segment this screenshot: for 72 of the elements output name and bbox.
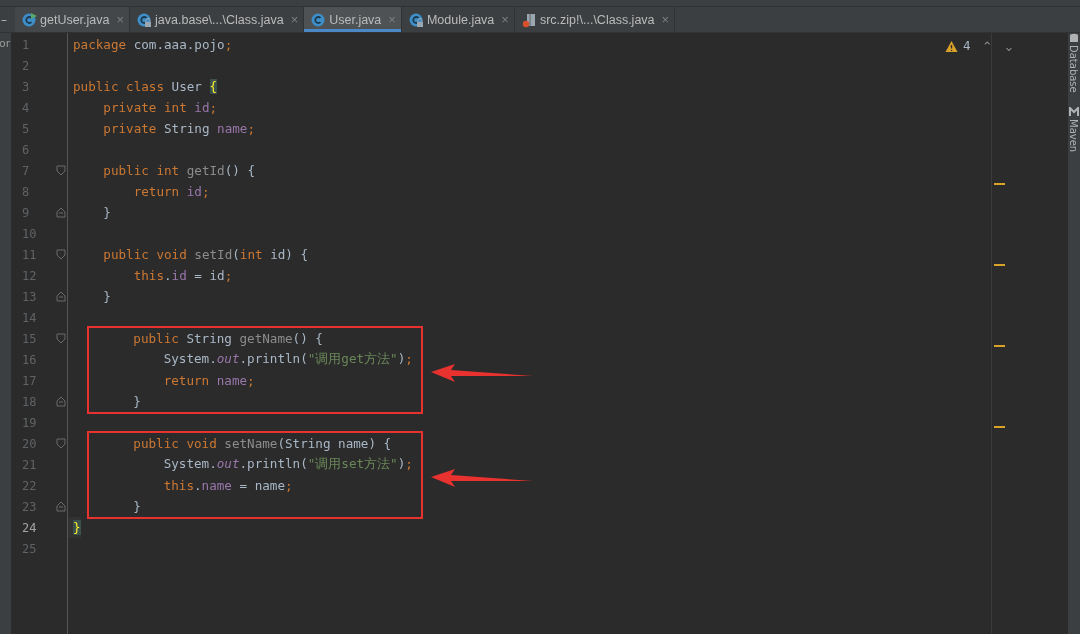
line-number: 2: [22, 58, 31, 73]
code-line: this.name = name;: [162, 478, 293, 493]
code-line: public int getId() {: [102, 163, 255, 178]
previous-button[interactable]: ⌃: [981, 39, 993, 53]
code-line: private int id;: [102, 100, 218, 115]
tool-window-button[interactable]: Database: [1068, 33, 1080, 93]
fold-icon[interactable]: [56, 165, 67, 176]
warning-count: 4: [963, 39, 971, 53]
code-line: System.out.println("调用get方法");: [162, 351, 413, 368]
close-tab-button[interactable]: ×: [501, 12, 509, 27]
line-number: 25: [22, 541, 38, 556]
line-number: 7: [22, 163, 31, 178]
line-number: 18: [22, 394, 38, 409]
code-line: public void setName(String name) {: [132, 436, 392, 451]
class-run-icon: [21, 11, 37, 28]
tool-window-button[interactable]: Maven: [1068, 106, 1080, 152]
line-number: 21: [22, 457, 38, 472]
line-number: 12: [22, 268, 38, 283]
editor-tab[interactable]: User.java ×: [304, 7, 402, 32]
line-number: 22: [22, 478, 38, 493]
collapse-button[interactable]: –: [0, 7, 15, 32]
code-line: private String name;: [102, 121, 255, 136]
code-line: }: [132, 394, 141, 409]
line-number: 3: [22, 79, 31, 94]
code-line: this.id = id;: [132, 268, 233, 283]
next-button[interactable]: ⌄: [1003, 39, 1015, 53]
class-icon: [310, 11, 327, 28]
code-line: return name;: [162, 373, 255, 388]
editor-tab[interactable]: getUser.java ×: [15, 7, 131, 32]
code-line: return id;: [132, 184, 210, 199]
class-lock-icon: [136, 11, 153, 28]
warning-icon: [945, 39, 958, 53]
fold-icon[interactable]: [56, 249, 67, 260]
line-number: 13: [22, 289, 38, 304]
unfold-icon[interactable]: [56, 501, 67, 512]
fold-icon[interactable]: [56, 438, 67, 449]
close-tab-button[interactable]: ×: [116, 12, 125, 27]
archive-icon: [520, 11, 537, 28]
line-number: 11: [22, 247, 38, 262]
project-panel-text: or: [0, 36, 11, 50]
close-tab-button[interactable]: ×: [290, 12, 299, 27]
code-line: }: [132, 499, 141, 514]
line-number: 1: [22, 37, 31, 52]
code-line: public class User {: [73, 79, 218, 94]
fold-icon[interactable]: [56, 333, 67, 344]
line-number: 20: [22, 436, 38, 451]
line-number: 4: [22, 100, 31, 115]
line-number: 17: [22, 373, 38, 388]
line-number: 5: [22, 121, 31, 136]
maven-icon: [1069, 106, 1079, 117]
code-line: public String getName() {: [132, 331, 323, 346]
line-number: 8: [22, 184, 31, 199]
line-number: 10: [22, 226, 38, 241]
unfold-icon[interactable]: [56, 207, 67, 218]
code-line: }: [102, 205, 111, 220]
line-number: 19: [22, 415, 38, 430]
line-number: 23: [22, 499, 38, 514]
line-number: 24: [22, 520, 38, 535]
class-lock-icon: [407, 11, 424, 28]
unfold-icon[interactable]: [56, 396, 67, 407]
line-number: 9: [22, 205, 31, 220]
unfold-icon[interactable]: [56, 291, 67, 302]
database-icon: [1069, 33, 1079, 43]
code-line: }: [102, 289, 111, 304]
code-line: package com.aaa.pojo;: [73, 37, 233, 52]
line-number: 14: [22, 310, 38, 325]
line-number: 16: [22, 352, 38, 367]
close-tab-button[interactable]: ×: [661, 12, 670, 27]
code-line: public void setId(int id) {: [102, 247, 309, 262]
line-number: 15: [22, 331, 38, 346]
line-number: 6: [22, 142, 31, 157]
code-line: System.out.println("调用set方法");: [162, 456, 413, 473]
